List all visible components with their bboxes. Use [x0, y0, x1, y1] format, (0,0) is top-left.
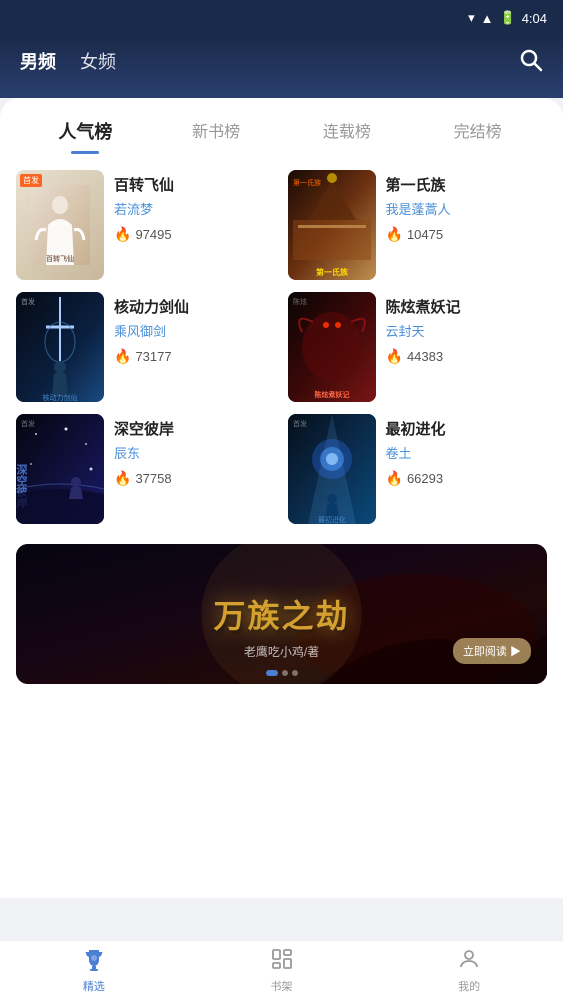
cover-art-3: 核动力剑仙 首发: [16, 292, 104, 402]
rank-tabs: 人气榜 新书榜 连载榜 完结榜: [0, 98, 563, 154]
book-item-1[interactable]: 首发 百转飞仙: [16, 170, 276, 280]
book-list: 首发 百转飞仙: [0, 154, 563, 532]
cover-art-5: 深空彼岸 首发: [16, 414, 104, 524]
book-item-2[interactable]: 第一氏族 第一氏族 第一氏族 我是蓬蒿人 🔥 10475: [288, 170, 548, 280]
nav-label-featured: 精选: [83, 978, 105, 994]
tab-complete[interactable]: 完结榜: [412, 118, 543, 154]
book-info-1: 百转飞仙 若流梦 🔥 97495: [114, 170, 276, 243]
book-cover-1: 首发 百转飞仙: [16, 170, 104, 280]
trophy-icon: [82, 947, 106, 975]
banner-section[interactable]: 万族之劫 老鹰吃小鸡/著 立即阅读 ▶: [16, 544, 547, 684]
book-heat-3: 🔥 73177: [114, 348, 276, 365]
banner-dot-1: [266, 670, 278, 676]
book-author-6: 卷土: [386, 443, 548, 462]
svg-text:陈炫: 陈炫: [293, 297, 307, 306]
book-heat-2: 🔥 10475: [386, 226, 548, 243]
book-cover-5: 深空彼岸 首发: [16, 414, 104, 524]
book-heat-4: 🔥 44383: [386, 348, 548, 365]
fire-icon-6: 🔥: [386, 470, 403, 487]
fire-icon-5: 🔥: [114, 470, 131, 487]
book-author-5: 辰东: [114, 443, 276, 462]
book-heat-1: 🔥 97495: [114, 226, 276, 243]
fire-icon-1: 🔥: [114, 226, 131, 243]
nav-btn-shelf[interactable]: 书架: [188, 941, 376, 1000]
book-title-2: 第一氏族: [386, 174, 548, 195]
cover-art-1: 百转飞仙: [30, 185, 90, 265]
search-button[interactable]: [519, 48, 543, 78]
shelf-icon: [270, 947, 294, 975]
book-heat-5: 🔥 37758: [114, 470, 276, 487]
nav-label-shelf: 书架: [271, 978, 293, 994]
svg-text:陈炫煮妖记: 陈炫煮妖记: [314, 390, 349, 399]
book-title-6: 最初进化: [386, 418, 548, 439]
banner-dot-3: [292, 670, 298, 676]
book-cover-4: 陈炫煮妖记 陈炫: [288, 292, 376, 402]
cover-art-4: 陈炫煮妖记 陈炫: [288, 292, 376, 402]
status-bar: ▾ ▲ 🔋 4:04: [0, 0, 563, 36]
nav-btn-profile[interactable]: 我的: [375, 941, 563, 1000]
time: 4:04: [522, 11, 547, 26]
tab-popular[interactable]: 人气榜: [20, 118, 151, 154]
svg-text:核动力剑仙: 核动力剑仙: [43, 393, 78, 402]
banner-read-button[interactable]: 立即阅读 ▶: [453, 638, 531, 664]
book-cover-3: 核动力剑仙 首发: [16, 292, 104, 402]
book-info-2: 第一氏族 我是蓬蒿人 🔥 10475: [386, 170, 548, 243]
svg-text:首发: 首发: [21, 419, 35, 428]
svg-text:最初进化: 最初进化: [318, 515, 346, 524]
banner-dot-2: [282, 670, 288, 676]
svg-text:首发: 首发: [293, 419, 307, 428]
book-info-6: 最初进化 卷土 🔥 66293: [386, 414, 548, 487]
signal-icon: ▲: [481, 11, 494, 26]
book-item-6[interactable]: 最初进化 首发 最初进化 卷土 🔥 66293: [288, 414, 548, 524]
svg-text:第一氏族: 第一氏族: [293, 178, 321, 187]
book-info-5: 深空彼岸 辰东 🔥 37758: [114, 414, 276, 487]
book-author-1: 若流梦: [114, 199, 276, 218]
book-cover-6: 最初进化 首发: [288, 414, 376, 524]
book-title-1: 百转飞仙: [114, 174, 276, 195]
fire-icon-3: 🔥: [114, 348, 131, 365]
book-author-3: 乘风御剑: [114, 321, 276, 340]
nav-btn-featured[interactable]: 精选: [0, 941, 188, 1000]
book-title-3: 核动力剑仙: [114, 296, 276, 317]
book-cover-2: 第一氏族 第一氏族: [288, 170, 376, 280]
nav-female[interactable]: 女频: [80, 48, 116, 78]
svg-text:首发: 首发: [21, 297, 35, 306]
book-author-4: 云封天: [386, 321, 548, 340]
header-nav: 男频 女频: [20, 48, 495, 78]
book-info-4: 陈炫煮妖记 云封天 🔥 44383: [386, 292, 548, 365]
nav-label-profile: 我的: [458, 978, 480, 994]
main-content: 人气榜 新书榜 连载榜 完结榜 首发: [0, 98, 563, 898]
nav-male[interactable]: 男频: [20, 48, 56, 78]
battery-icon: 🔋: [500, 10, 516, 26]
book-item-3[interactable]: 核动力剑仙 首发 核动力剑仙 乘风御剑 🔥 73177: [16, 292, 276, 402]
cover-art-6: 最初进化 首发: [288, 414, 376, 524]
tab-new[interactable]: 新书榜: [151, 118, 282, 154]
wifi-icon: ▾: [468, 10, 475, 26]
book-info-3: 核动力剑仙 乘风御剑 🔥 73177: [114, 292, 276, 365]
book-author-2: 我是蓬蒿人: [386, 199, 548, 218]
banner-author: 老鹰吃小鸡/著: [244, 643, 319, 660]
fire-icon-4: 🔥: [386, 348, 403, 365]
bottom-nav: 精选 书架 我的: [0, 940, 563, 1000]
book-title-5: 深空彼岸: [114, 418, 276, 439]
book-title-4: 陈炫煮妖记: [386, 296, 548, 317]
tab-serial[interactable]: 连载榜: [282, 118, 413, 154]
book-heat-6: 🔥 66293: [386, 470, 548, 487]
banner-title: 万族之劫: [213, 591, 349, 637]
cover-art-2: 第一氏族 第一氏族: [288, 170, 376, 280]
book-item-4[interactable]: 陈炫煮妖记 陈炫 陈炫煮妖记 云封天 🔥 44383: [288, 292, 548, 402]
fire-icon-2: 🔥: [386, 226, 403, 243]
svg-text:百转飞仙: 百转飞仙: [46, 254, 74, 263]
header: 男频 女频: [0, 36, 563, 98]
banner-dots: [266, 670, 298, 676]
svg-text:第一氏族: 第一氏族: [316, 267, 349, 277]
book-item-5[interactable]: 深空彼岸 首发 深空彼岸 辰东 🔥 37758: [16, 414, 276, 524]
person-icon: [457, 947, 481, 975]
